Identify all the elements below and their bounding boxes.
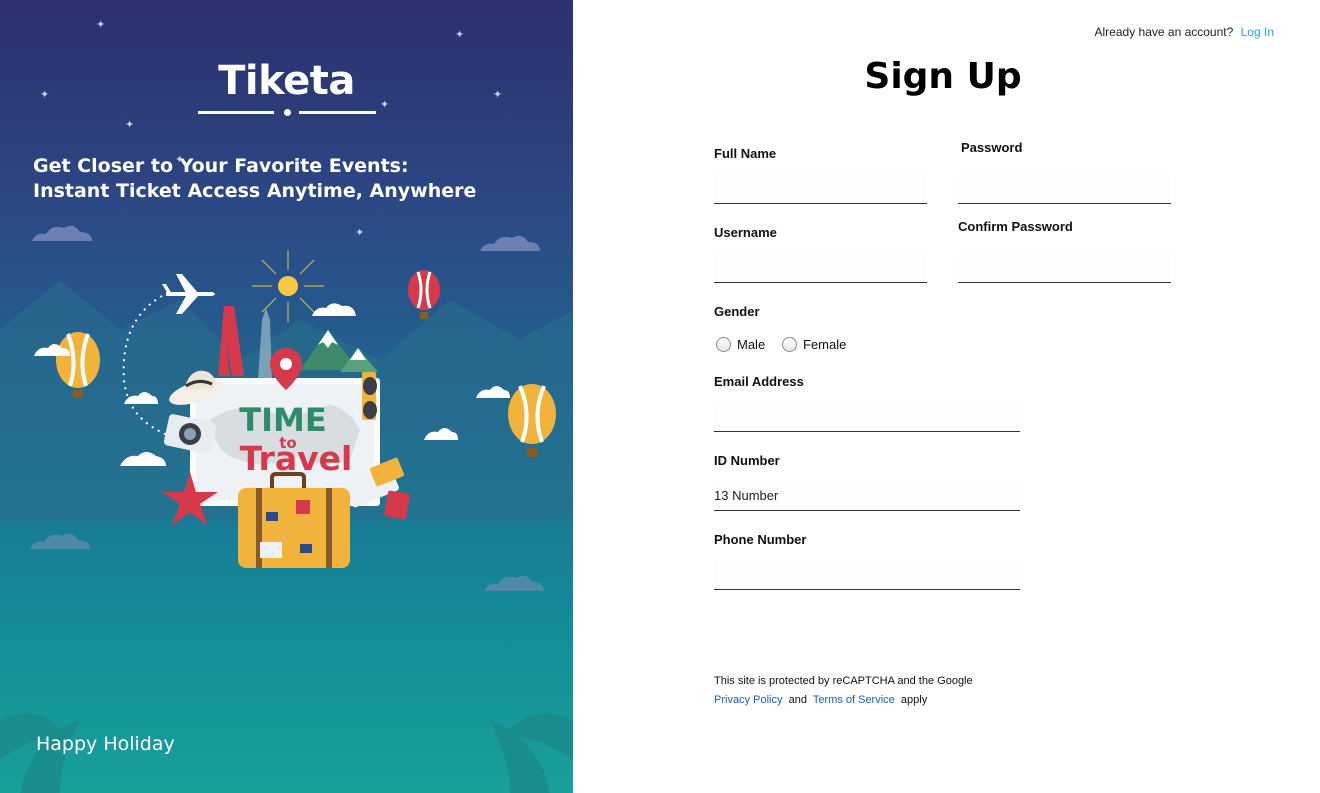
confirm-password-label: Confirm Password [958, 219, 1073, 234]
username-input[interactable] [714, 253, 927, 283]
login-link[interactable]: Log In [1241, 25, 1274, 39]
full-name-input[interactable] [714, 174, 927, 204]
recaptcha-notice: This site is protected by reCAPTCHA and … [714, 672, 973, 710]
hot-air-balloon-icon [408, 270, 440, 319]
login-prompt-text: Already have an account? [1094, 25, 1234, 39]
gender-option-male[interactable]: Male [716, 337, 765, 352]
password-input[interactable] [958, 174, 1171, 204]
male-radio-label: Male [737, 337, 766, 352]
login-prompt: Already have an account? Log In [1095, 25, 1274, 39]
gender-option-female[interactable]: Female [782, 337, 846, 352]
legal-and-text: and [788, 694, 807, 706]
hero-footer-text: Happy Holiday [36, 733, 175, 755]
id-number-input[interactable] [714, 481, 1020, 511]
privacy-policy-link[interactable]: Privacy Policy [714, 694, 782, 706]
female-radio-label: Female [803, 337, 847, 352]
confirm-password-input[interactable] [958, 253, 1171, 283]
suitcase-icon [238, 472, 350, 568]
phone-label: Phone Number [714, 532, 807, 547]
female-radio[interactable] [782, 337, 797, 352]
phone-input[interactable] [714, 560, 1020, 590]
username-label: Username [714, 225, 777, 240]
sunglasses-icon [362, 372, 377, 420]
email-label: Email Address [714, 374, 804, 389]
id-number-label: ID Number [714, 453, 780, 468]
password-label: Password [961, 140, 1023, 155]
male-radio[interactable] [716, 337, 731, 352]
legal-apply-text: apply [900, 694, 928, 706]
gender-label: Gender [714, 304, 760, 319]
terms-of-service-link[interactable]: Terms of Service [813, 694, 895, 706]
sun-icon [252, 250, 324, 322]
recaptcha-text: This site is protected by reCAPTCHA and … [714, 675, 973, 687]
eiffel-tower-icon [218, 306, 244, 376]
travel-illustration: TIME to Travel [0, 250, 573, 793]
email-input[interactable] [714, 402, 1020, 432]
page-title: Sign Up [864, 56, 1022, 97]
hero-panel: ✦ ✦ ✦ ✦ ✦ ✦ ✦ ✦ Tiketa Get Closer to You… [0, 0, 573, 793]
full-name-label: Full Name [714, 146, 777, 161]
